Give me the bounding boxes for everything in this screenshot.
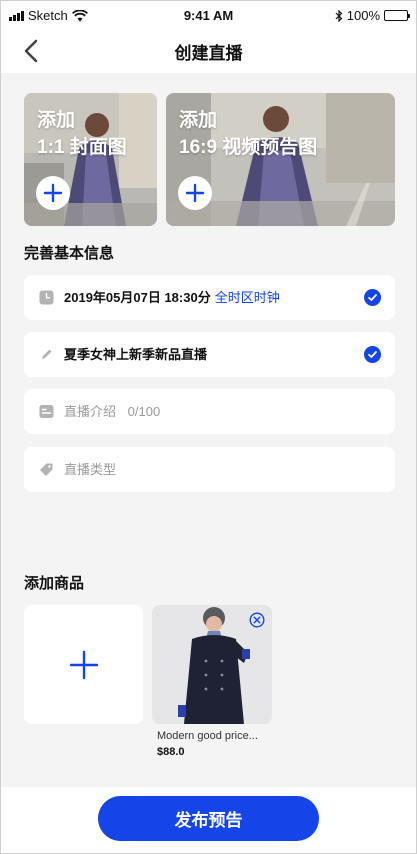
product-price: $88.0	[157, 746, 185, 758]
document-icon	[39, 405, 54, 418]
cover-video-upload[interactable]: 添加 16:9 视频预告图	[166, 93, 395, 226]
product-card[interactable]: Modern good price... $88.0	[152, 605, 272, 758]
publish-preview-button[interactable]: 发布预告	[98, 796, 319, 841]
cover-square-upload[interactable]: 添加 1:1 封面图	[24, 93, 157, 226]
cover-video-label: 添加 16:9 视频预告图	[179, 107, 317, 161]
app-screen: Sketch 9:41 AM 100% 创建直播 添加 1:1 封面图 添加 1…	[0, 0, 417, 854]
product-image	[152, 605, 272, 724]
remove-product-icon[interactable]	[249, 612, 265, 628]
bottom-bar: 发布预告	[1, 787, 416, 853]
check-icon	[368, 351, 377, 358]
datetime-text: 2019年05月07日 18:30分 全时区时钟	[64, 289, 280, 306]
intro-char-count: 0/100	[127, 404, 161, 419]
add-cover-video-button[interactable]	[178, 176, 212, 210]
checkmark-icon	[364, 346, 381, 363]
add-product-button[interactable]	[24, 605, 143, 724]
intro-placeholder: 直播介绍 0/100	[64, 403, 160, 420]
products-heading: 添加商品	[24, 575, 85, 592]
live-type-row[interactable]: 直播类型	[24, 447, 395, 492]
timezone-link[interactable]: 全时区时钟	[215, 290, 280, 305]
page-title: 创建直播	[174, 44, 243, 63]
bluetooth-icon	[335, 9, 343, 22]
product-name: Modern good price...	[157, 730, 258, 742]
intro-row[interactable]: 直播介绍 0/100	[24, 389, 395, 434]
add-cover-square-button[interactable]	[36, 176, 70, 210]
cover-video-line2: 16:9 视频预告图	[179, 137, 318, 158]
status-bar: Sketch 9:41 AM 100%	[1, 1, 416, 29]
live-title-text: 夏季女神上新季新品直播	[64, 347, 208, 362]
tag-icon	[40, 463, 53, 476]
cover-square-line2: 1:1 封面图	[37, 137, 127, 158]
check-icon	[368, 294, 377, 301]
cover-square-line1: 添加	[37, 110, 76, 131]
plus-icon	[69, 650, 98, 679]
basic-info-heading: 完善基本信息	[24, 245, 115, 262]
plus-icon	[43, 183, 63, 203]
datetime-row[interactable]: 2019年05月07日 18:30分 全时区时钟	[24, 275, 395, 320]
checkmark-icon	[364, 289, 381, 306]
battery-percent: 100%	[346, 8, 380, 23]
live-title-row[interactable]: 夏季女神上新季新品直播	[24, 332, 395, 377]
status-right: 100%	[335, 8, 410, 23]
battery-icon	[384, 10, 410, 21]
plus-icon	[185, 183, 205, 203]
intro-placeholder-text: 直播介绍	[64, 404, 117, 419]
live-type-placeholder: 直播类型	[64, 462, 117, 477]
datetime-value: 2019年05月07日 18:30分	[64, 290, 211, 305]
clock-icon	[39, 290, 54, 305]
cover-video-line1: 添加	[179, 110, 218, 131]
pencil-icon	[42, 349, 52, 359]
nav-bar: 创建直播	[1, 29, 416, 73]
cover-square-label: 添加 1:1 封面图	[37, 107, 127, 161]
